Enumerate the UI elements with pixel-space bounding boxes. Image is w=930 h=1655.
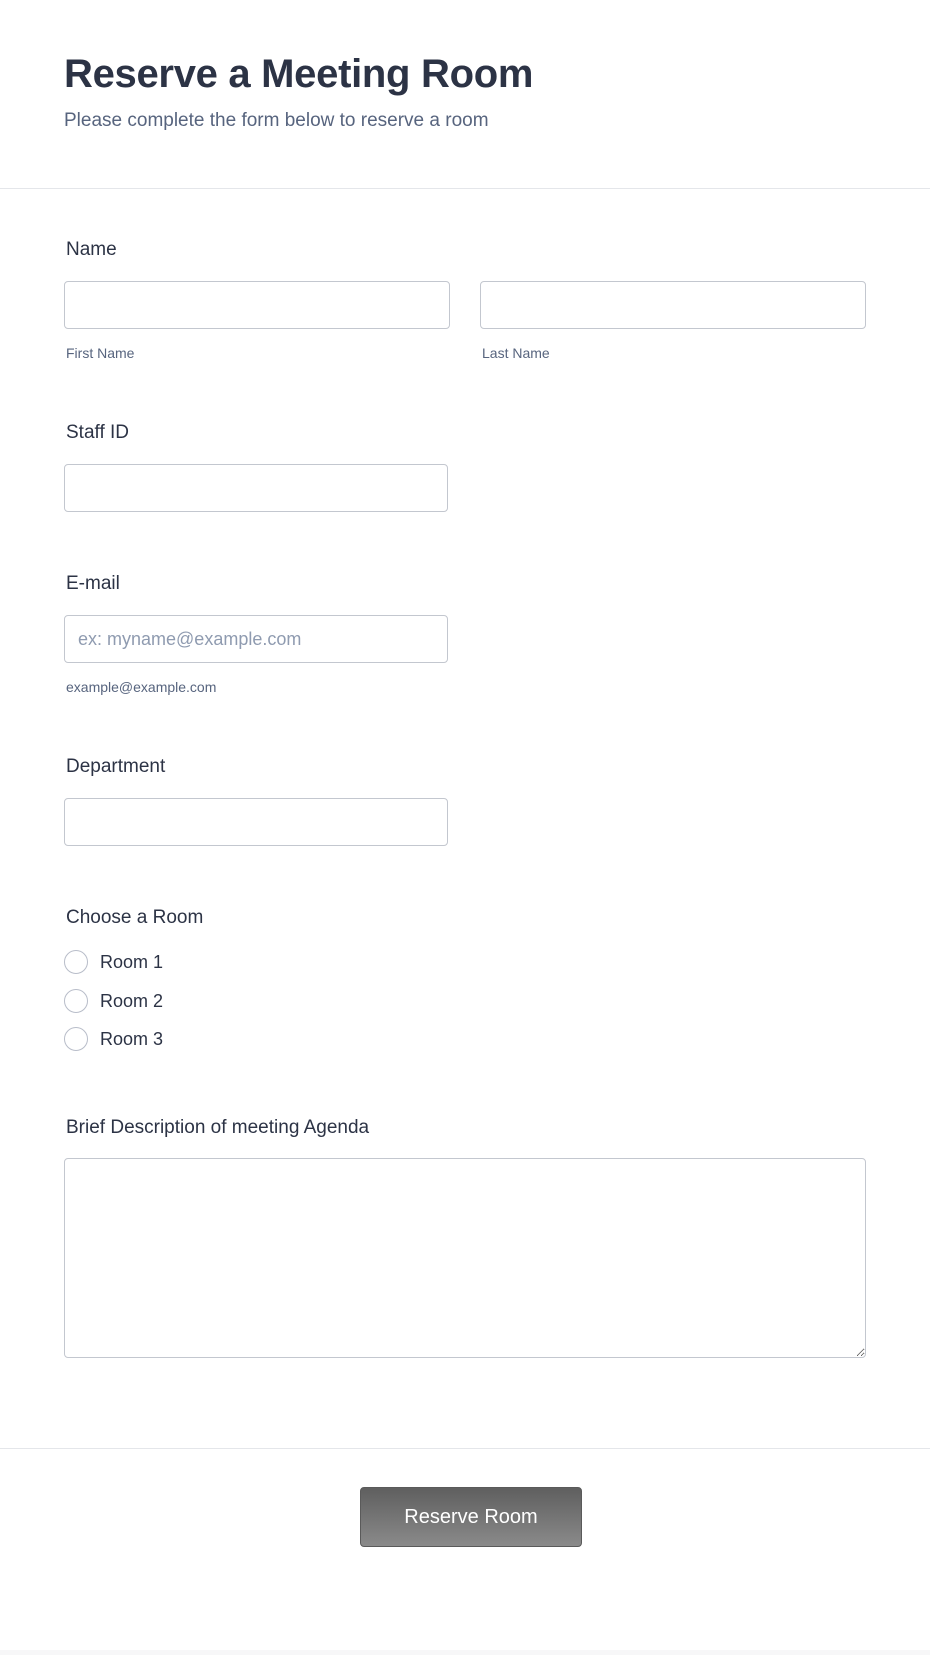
staff-id-label: Staff ID [66,422,130,443]
staff-id-input[interactable] [64,464,448,512]
room-option-3[interactable]: Room 3 [64,1026,163,1052]
radio-button[interactable] [64,950,88,974]
agenda-textarea[interactable] [64,1158,866,1358]
last-name-sublabel: Last Name [482,345,550,361]
first-name-sublabel: First Name [66,345,135,361]
form-header: Reserve a Meeting Room Please complete t… [0,0,930,189]
department-label: Department [66,756,166,777]
department-input[interactable] [64,798,448,846]
room-option-1[interactable]: Room 1 [64,949,163,975]
first-name-input[interactable] [64,281,450,329]
room-option-label: Room 2 [100,990,164,1011]
form-page: Reserve a Meeting Room Please complete t… [0,0,930,1655]
bottom-strip [0,1650,930,1655]
reserve-room-button[interactable]: Reserve Room [360,1487,582,1547]
room-option-label: Room 1 [100,951,164,972]
room-label: Choose a Room [66,907,204,928]
email-input[interactable] [64,615,448,663]
room-option-label: Room 3 [100,1028,164,1049]
footer-divider [0,1448,930,1449]
email-sublabel: example@example.com [66,679,217,695]
room-option-2[interactable]: Room 2 [64,988,163,1014]
last-name-input[interactable] [480,281,866,329]
email-label: E-mail [66,573,120,594]
page-subtitle: Please complete the form below to reserv… [64,110,489,131]
page-title: Reserve a Meeting Room [64,52,534,96]
name-label: Name [66,239,117,260]
radio-button[interactable] [64,1027,88,1051]
agenda-label: Brief Description of meeting Agenda [66,1117,370,1138]
radio-button[interactable] [64,989,88,1013]
